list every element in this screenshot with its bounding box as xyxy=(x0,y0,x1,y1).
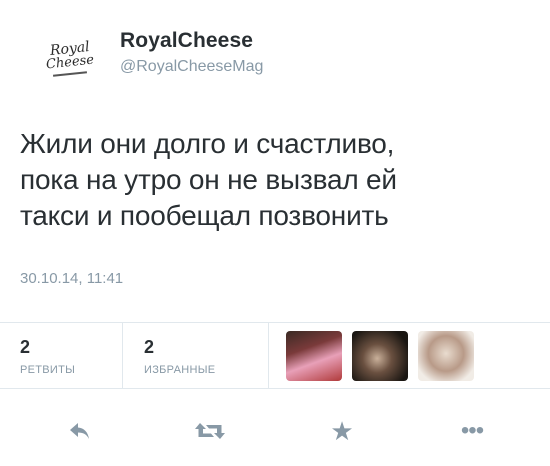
tweet-stats: 2 РЕТВИТЫ 2 ИЗБРАННЫЕ xyxy=(0,322,550,389)
favorite-count: 2 xyxy=(144,337,155,357)
tweet-header: Royal Cheese RoyalCheese @RoyalCheeseMag xyxy=(14,24,534,86)
retweet-label: РЕТВИТЫ xyxy=(20,364,76,376)
tweet-text-line: Жили они долго и счастливо, xyxy=(20,128,395,159)
favorite-button[interactable]: ★ xyxy=(322,415,362,447)
tweet-timestamp[interactable]: 30.10.14, 11:41 xyxy=(20,270,123,287)
display-name[interactable]: RoyalCheese xyxy=(120,29,263,53)
more-icon: ••• xyxy=(460,417,484,444)
tweet-card: Royal Cheese RoyalCheese @RoyalCheeseMag… xyxy=(0,0,550,466)
username-handle[interactable]: @RoyalCheeseMag xyxy=(120,58,263,76)
tweet-text-line: такси и пообещал позвонить xyxy=(20,200,389,231)
avatar-logo-text-2: Cheese xyxy=(45,52,95,72)
tweet-text-line: пока на утро он не вызвал ей xyxy=(20,164,397,195)
stats-divider xyxy=(122,323,123,389)
favorite-stat[interactable]: 2 ИЗБРАННЫЕ xyxy=(144,337,215,376)
reply-icon xyxy=(70,423,89,439)
retweet-button[interactable] xyxy=(190,415,230,447)
retweet-icon xyxy=(195,423,225,439)
account-avatar[interactable]: Royal Cheese xyxy=(34,38,106,78)
favoriter-avatar[interactable] xyxy=(352,331,408,381)
retweet-stat[interactable]: 2 РЕТВИТЫ xyxy=(20,337,75,376)
tweet-text: Жили они долго и счастливо, пока на утро… xyxy=(20,126,530,234)
reply-button[interactable] xyxy=(60,415,100,447)
favoriter-avatar[interactable] xyxy=(418,331,474,381)
tweet-actions: ★ ••• xyxy=(0,405,550,455)
avatar-logo-rule xyxy=(52,70,88,77)
author-names: RoyalCheese @RoyalCheeseMag xyxy=(120,29,263,76)
more-button[interactable]: ••• xyxy=(452,415,492,447)
stats-divider xyxy=(268,323,269,389)
favoriter-avatar[interactable] xyxy=(286,331,342,381)
retweet-count: 2 xyxy=(20,337,31,357)
star-icon: ★ xyxy=(330,416,354,446)
favorite-label: ИЗБРАННЫЕ xyxy=(144,364,216,376)
